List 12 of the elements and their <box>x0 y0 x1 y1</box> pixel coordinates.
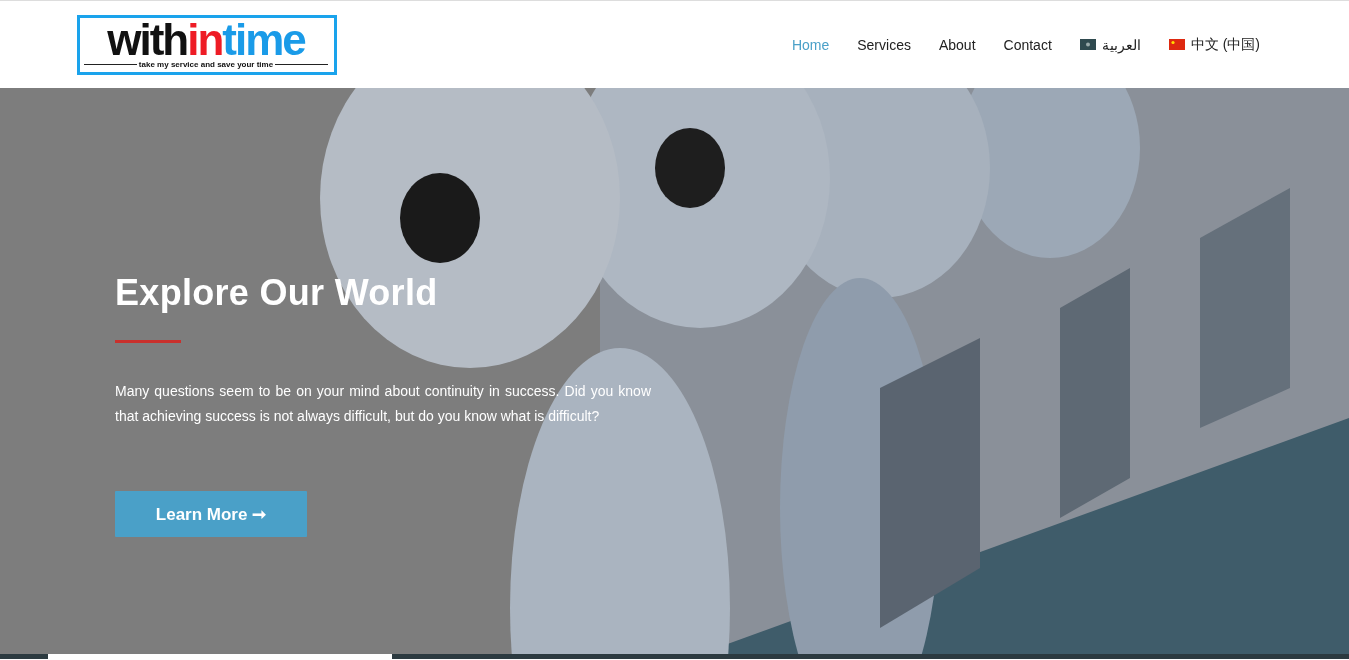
title-underline <box>115 340 181 343</box>
logo[interactable]: withintime take my service and save your time <box>77 14 337 75</box>
china-flag-icon <box>1168 39 1185 50</box>
nav-link[interactable]: About <box>938 36 976 53</box>
nav-link[interactable]: Contact <box>1003 36 1052 53</box>
logo-wordmark: withintime <box>107 20 305 60</box>
saudi-flag-icon <box>1079 39 1096 50</box>
language-link[interactable]: العربية <box>1079 36 1141 53</box>
logo-tagline: take my service and save your time <box>138 60 274 69</box>
language-link[interactable]: 中文 (中国) <box>1168 35 1260 54</box>
hero-description: Many questions seem to be on your mind about continuity in success. Did you know that achieving success is not always difficult, but do you know what is difficult? <box>115 382 651 426</box>
nav-link[interactable]: Services <box>857 36 911 53</box>
